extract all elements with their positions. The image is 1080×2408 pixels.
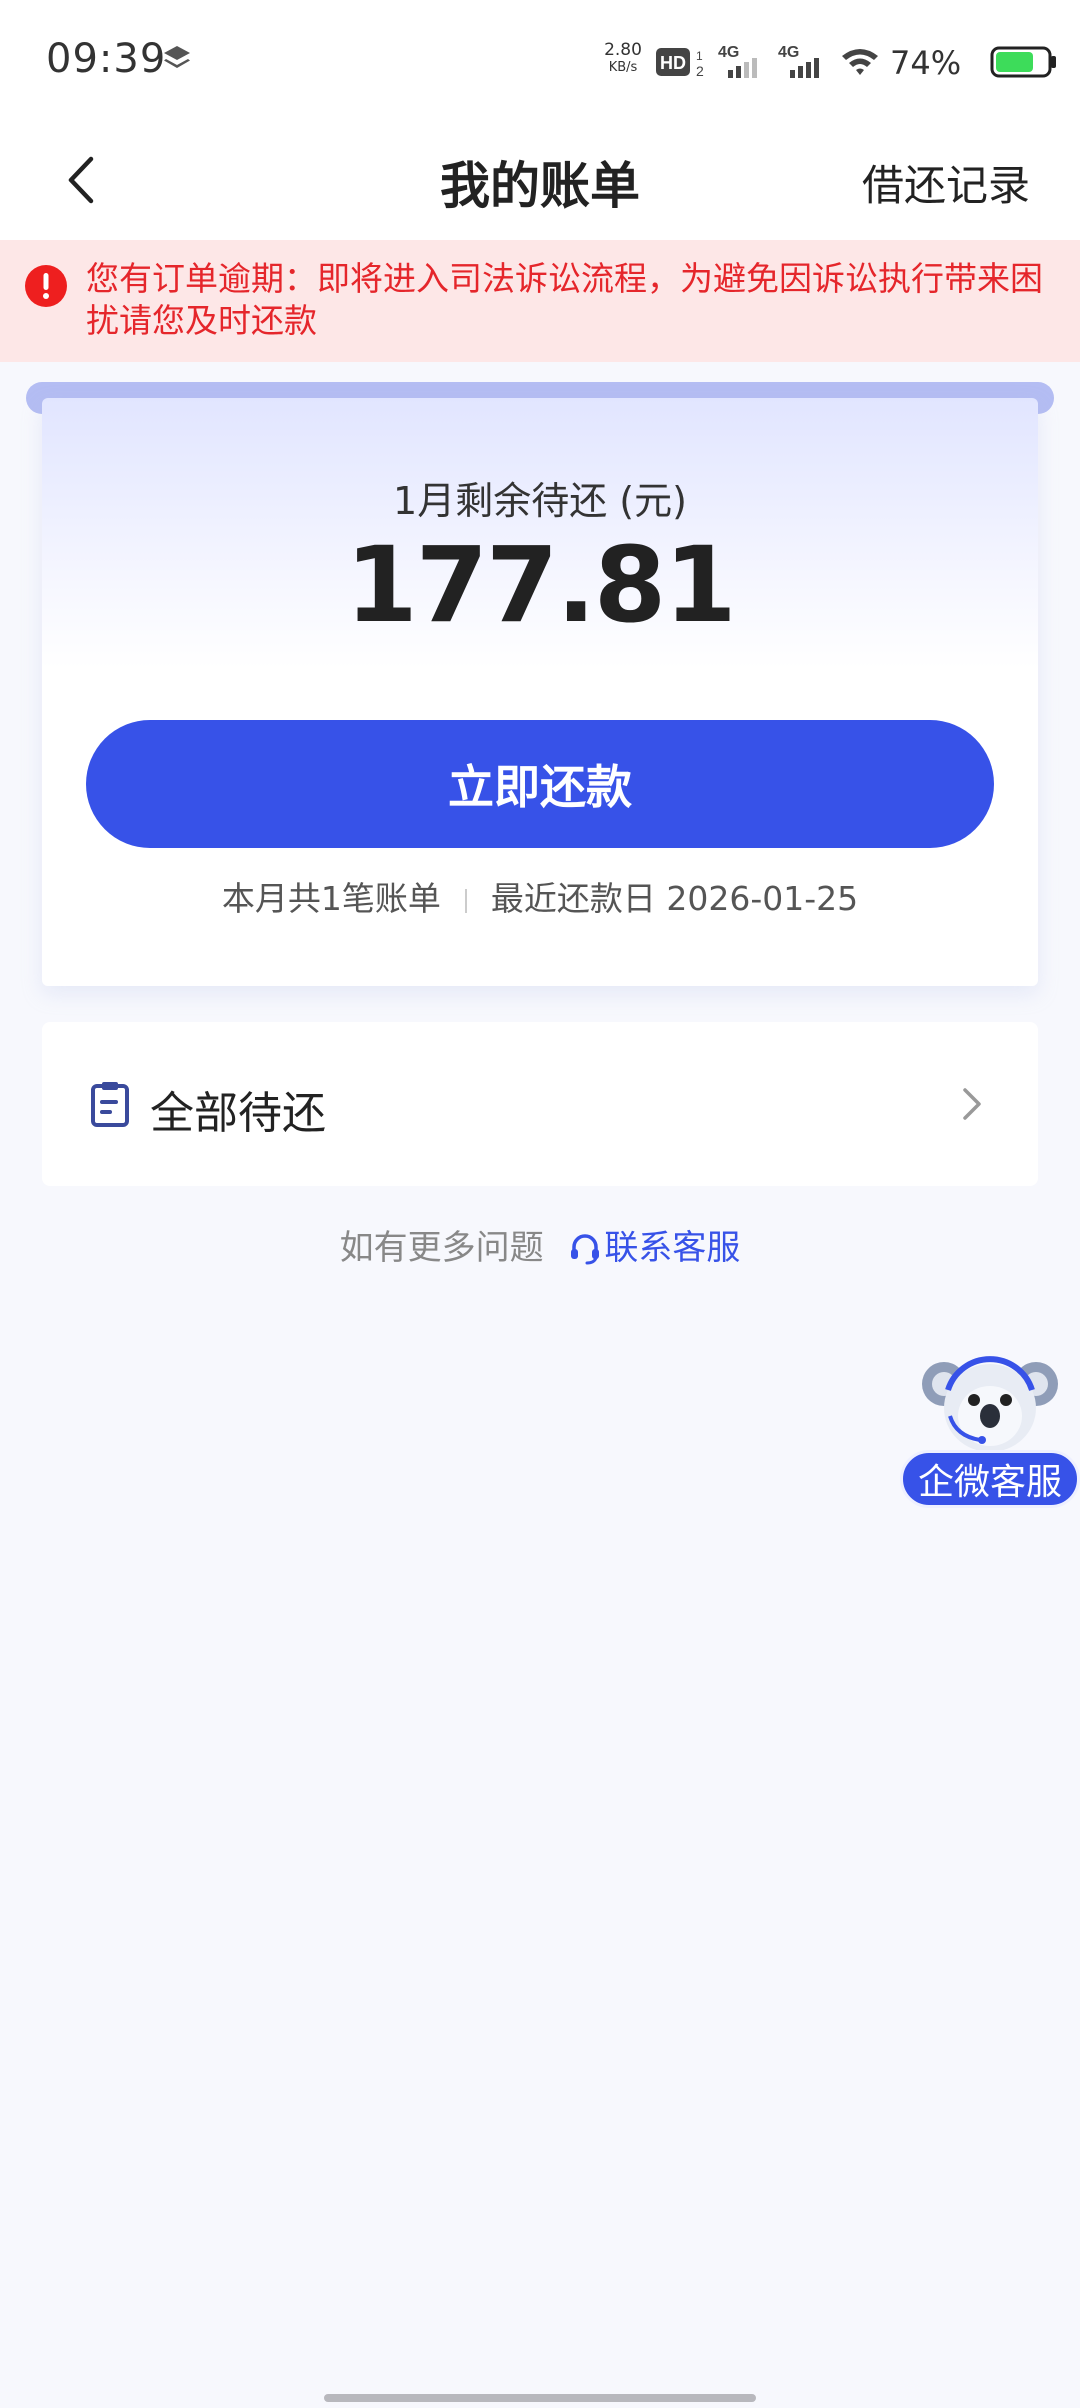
network-speed: 2.80 KB/s <box>600 42 646 76</box>
signal-1-label: 4G <box>718 44 739 61</box>
divider <box>464 888 467 913</box>
layers-icon <box>164 46 190 68</box>
hd-icon: HD 1 2 <box>656 48 704 78</box>
bill-count: 本月共1笔账单 <box>221 879 441 918</box>
enterprise-wechat-service-button[interactable]: 企微客服 <box>900 1450 1080 1508</box>
signal-icon: 4G <box>778 44 819 78</box>
status-bar: 09:39 2.80 KB/s HD 1 2 4G 4G 74% <box>0 0 1080 122</box>
chevron-right-icon <box>963 1088 981 1120</box>
bill-meta: 本月共1笔账单 最近还款日 2026-01-25 <box>42 872 1038 920</box>
home-indicator[interactable] <box>324 2394 756 2402</box>
contact-service-link[interactable]: 联系客服 <box>604 1228 740 1268</box>
signal-2-label: 4G <box>778 44 799 61</box>
all-pending-row[interactable]: 全部待还 <box>42 1022 1038 1186</box>
all-pending-label: 全部待还 <box>150 1088 326 1139</box>
alert-icon <box>25 265 67 307</box>
remaining-label: 1月剩余待还 (元) <box>393 479 687 523</box>
due-date: 最近还款日 2026-01-25 <box>490 879 859 918</box>
floating-service-widget[interactable]: 企微客服 <box>898 1350 1080 1510</box>
help-line: 如有更多问题 联系客服 <box>0 1220 1080 1269</box>
bill-summary-card: 1月剩余待还 (元) 177.81 立即还款 本月共1笔账单 最近还款日 2026… <box>42 398 1038 986</box>
remaining-amount: 177.81 <box>345 524 736 646</box>
help-prompt: 如有更多问题 <box>339 1228 544 1268</box>
loan-records-link[interactable]: 借还记录 <box>862 152 1030 213</box>
clipboard-icon <box>91 1082 129 1127</box>
koala-mascot-icon <box>922 1356 1058 1452</box>
battery-icon <box>990 46 1056 78</box>
repay-now-button[interactable]: 立即还款 <box>86 720 994 848</box>
network-speed-value: 2.80 <box>604 40 642 60</box>
overdue-warning-banner: 您有订单逾期：即将进入司法诉讼流程，为避免因诉讼执行带来困扰请您及时还款 <box>0 240 1080 362</box>
svg-text:1: 1 <box>696 49 703 63</box>
warning-text: 您有订单逾期：即将进入司法诉讼流程，为避免因诉讼执行带来困扰请您及时还款 <box>86 259 1043 340</box>
signal-icon: 4G <box>718 44 757 78</box>
battery-percent: 74% <box>890 44 962 82</box>
hd-label: HD <box>660 53 686 73</box>
nav-header: 我的账单 借还记录 <box>0 122 1080 240</box>
network-speed-unit: KB/s <box>608 60 638 75</box>
status-time: 09:39 <box>46 36 167 82</box>
headset-icon[interactable] <box>568 1231 602 1265</box>
svg-text:2: 2 <box>696 63 704 78</box>
wifi-icon <box>842 49 878 75</box>
